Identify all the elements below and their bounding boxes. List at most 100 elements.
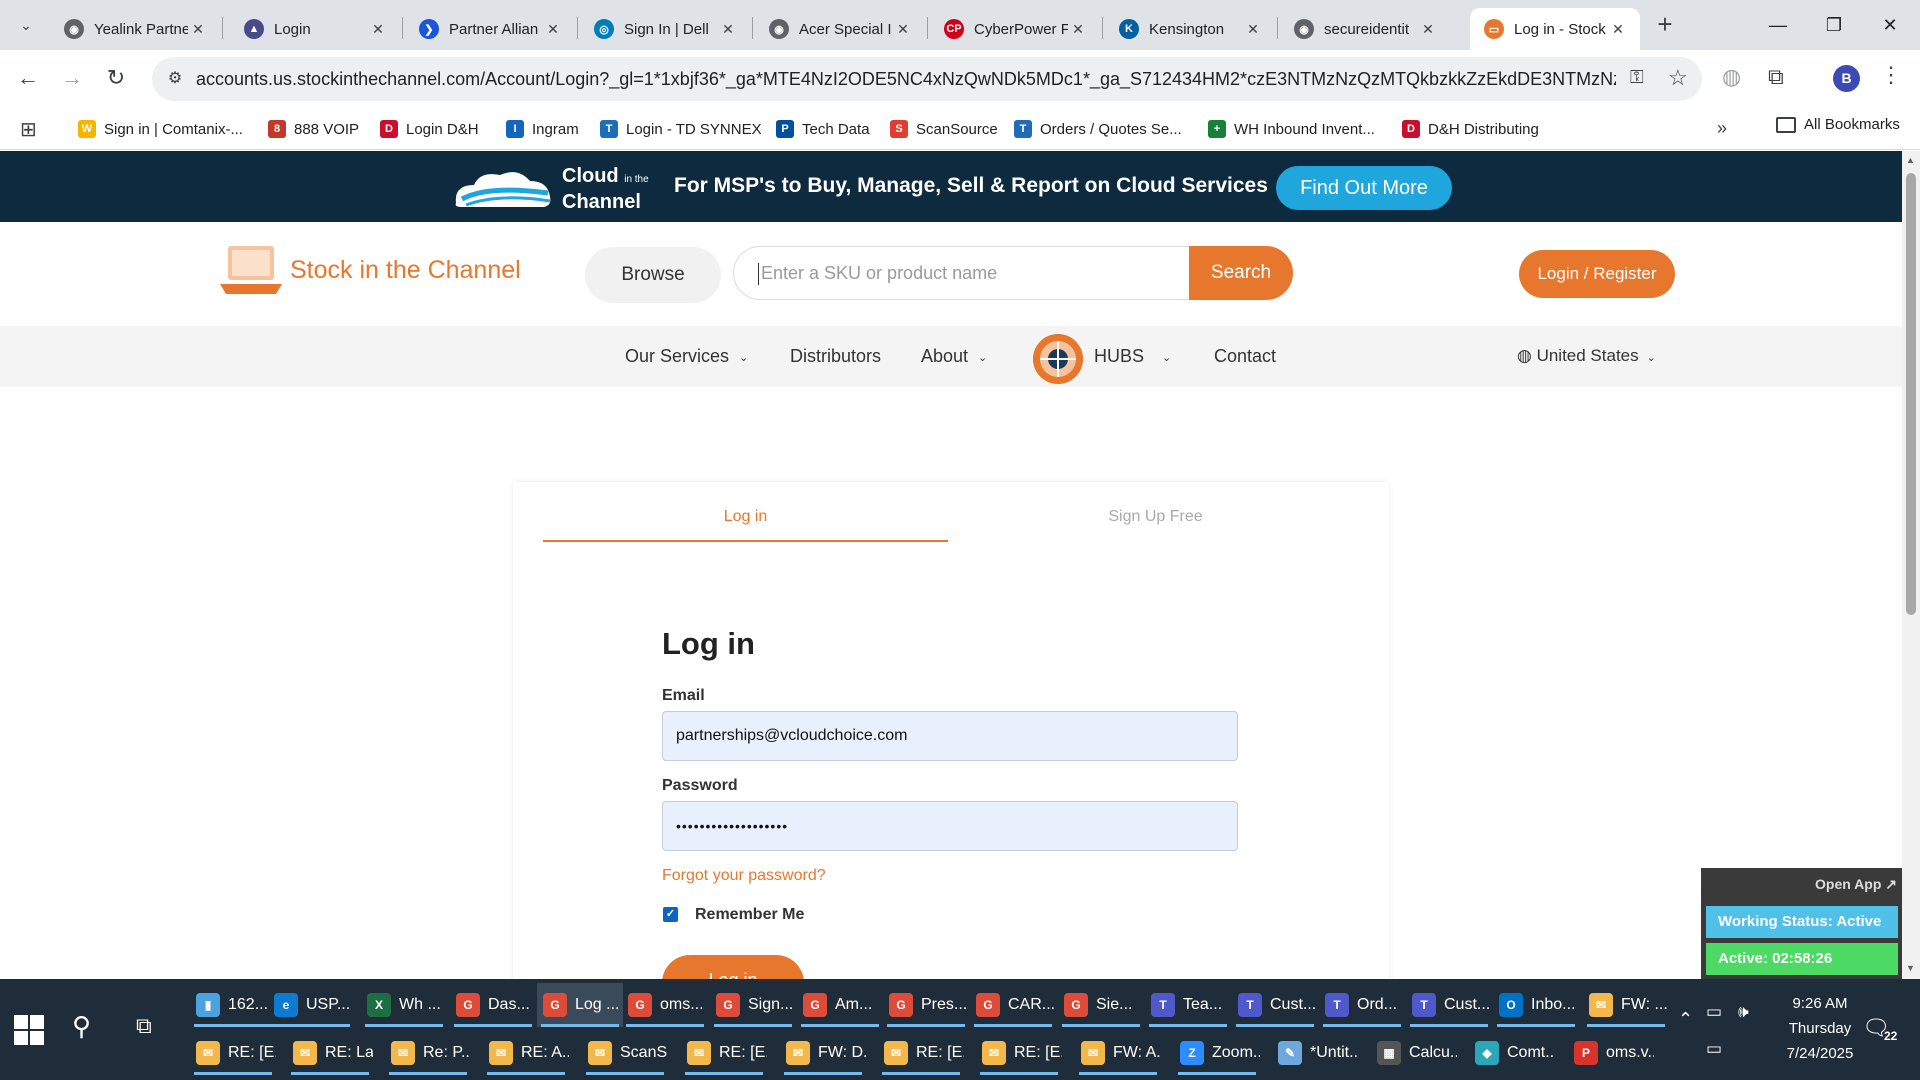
taskbar-app-button[interactable]: Poms.v... [1568, 1031, 1654, 1075]
taskbar-app-button[interactable]: ✉ FW: A... [1075, 1031, 1161, 1075]
password-field[interactable]: ••••••••••••••••••• [662, 801, 1238, 851]
taskbar-clock[interactable]: 9:26 AM Thursday 7/24/2025 [1772, 991, 1868, 1066]
login-register-button[interactable]: Login / Register [1519, 250, 1675, 298]
task-view-icon[interactable]: ⧉ [136, 1013, 152, 1039]
taskbar-app-button[interactable]: ◆ Comt... [1469, 1031, 1555, 1075]
taskbar-app-button[interactable]: G Log ... [537, 983, 623, 1027]
tab-search-chevron-icon[interactable]: ⌄ [8, 12, 44, 38]
taskbar-app-button[interactable]: T Ord... [1319, 983, 1405, 1027]
volume-icon[interactable]: 🕪 [1738, 1002, 1749, 1022]
taskbar-app-button[interactable]: O Inbo... [1493, 983, 1579, 1027]
taskbar-app-button[interactable]: T Tea... [1145, 983, 1231, 1027]
browser-tab[interactable]: ▲ Login ✕ [230, 8, 400, 50]
bookmark-item[interactable]: 8 888 VOIP [268, 116, 359, 142]
network-icon[interactable]: ▭ [1706, 1039, 1722, 1059]
taskbar-app-button[interactable]: G Das... [450, 983, 536, 1027]
address-bar[interactable]: ⚙ accounts.us.stockinthechannel.com/Acco… [152, 57, 1702, 101]
taskbar-app-button[interactable]: G Sign... [710, 983, 796, 1027]
taskbar-app-button[interactable]: T Cust... [1232, 983, 1318, 1027]
site-logo[interactable]: Stock in the Channel [218, 242, 521, 298]
password-key-icon[interactable]: ⚿ [1630, 67, 1644, 88]
browser-tab[interactable]: ❯ Partner Allian ✕ [405, 8, 575, 50]
bookmarks-overflow-icon[interactable]: » [1717, 118, 1727, 139]
taskbar-app-button[interactable]: Goms... [622, 983, 708, 1027]
nav-our-services[interactable]: Our Services ⌄ [625, 346, 748, 367]
taskbar-app-button[interactable]: ✉ ScanS... [582, 1031, 668, 1075]
browser-tab[interactable]: ◎ Sign In | Dell ✕ [580, 8, 750, 50]
chrome-menu-icon[interactable]: ⋮ [1880, 62, 1902, 88]
find-out-more-button[interactable]: Find Out More [1276, 166, 1452, 210]
close-window-button[interactable]: ✕ [1862, 8, 1918, 42]
email-field[interactable]: partnerships@vcloudchoice.com [662, 711, 1238, 761]
browser-tab[interactable]: ▭ Log in - Stock ✕ [1470, 8, 1640, 50]
apps-grid-icon[interactable]: ⊞ [20, 117, 37, 142]
search-button[interactable]: Search [1189, 246, 1293, 300]
bookmark-item[interactable]: T Login - TD SYNNEX [600, 116, 762, 142]
tab-close-icon[interactable]: ✕ [1068, 19, 1088, 39]
bookmark-item[interactable]: S ScanSource [890, 116, 998, 142]
all-bookmarks-button[interactable]: All Bookmarks [1776, 116, 1900, 133]
taskbar-app-button[interactable]: G Sie... [1058, 983, 1144, 1027]
browser-tab[interactable]: ◉ Yealink Partne ✕ [50, 8, 220, 50]
page-scrollbar[interactable]: ▲ ▼ [1902, 151, 1920, 979]
tab-sign-up-free[interactable]: Sign Up Free [953, 508, 1358, 542]
bookmark-item[interactable]: + WH Inbound Invent... [1208, 116, 1375, 142]
bookmark-item[interactable]: P Tech Data [776, 116, 870, 142]
taskbar-app-button[interactable]: G CAR... [970, 983, 1056, 1027]
taskbar-app-button[interactable]: ▮ 162... [190, 983, 276, 1027]
browser-tab[interactable]: ◉ Acer Special I ✕ [755, 8, 925, 50]
taskbar-app-button[interactable]: ✉ RE: A... [483, 1031, 569, 1075]
tab-log-in[interactable]: Log in [543, 508, 948, 542]
extensions-puzzle-icon[interactable]: ⧉ [1768, 64, 1784, 90]
nav-contact[interactable]: Contact [1214, 346, 1276, 367]
taskbar-app-button[interactable]: ✉ FW: ... [1583, 983, 1669, 1027]
bookmark-item[interactable]: T Orders / Quotes Se... [1014, 116, 1182, 142]
minimize-button[interactable]: — [1750, 8, 1806, 42]
battery-icon[interactable]: ▭ [1706, 1002, 1722, 1022]
browser-tab[interactable]: K Kensington ✕ [1105, 8, 1275, 50]
taskbar-app-button[interactable]: ▦ Calcu... [1371, 1031, 1457, 1075]
scroll-up-arrow-icon[interactable]: ▲ [1906, 155, 1915, 165]
product-search-input[interactable]: Enter a SKU or product name [733, 246, 1191, 300]
taskbar-app-button[interactable]: ✉ Re: P... [385, 1031, 471, 1075]
bookmark-item[interactable]: W Sign in | Comtanix-... [78, 116, 243, 142]
tab-close-icon[interactable]: ✕ [1608, 19, 1628, 39]
translate-globe-icon[interactable]: ◍ [1722, 64, 1741, 90]
new-tab-button[interactable]: + [1650, 10, 1680, 40]
taskbar-app-button[interactable]: ✉ RE: [E... [878, 1031, 964, 1075]
forgot-password-link[interactable]: Forgot your password? [662, 867, 826, 885]
nav-distributors[interactable]: Distributors [790, 346, 881, 367]
profile-avatar[interactable]: B [1833, 65, 1860, 92]
tab-close-icon[interactable]: ✕ [368, 19, 388, 39]
taskbar-app-button[interactable]: ✉ RE: La... [287, 1031, 373, 1075]
taskbar-app-button[interactable]: G Pres... [883, 983, 969, 1027]
bookmark-item[interactable]: D Login D&H [380, 116, 479, 142]
remember-me-checkbox[interactable]: ✓ [663, 907, 678, 922]
url-text[interactable]: accounts.us.stockinthechannel.com/Accoun… [196, 69, 1616, 90]
tab-close-icon[interactable]: ✕ [543, 19, 563, 39]
taskbar-app-button[interactable]: X Wh ... [361, 983, 447, 1027]
tab-close-icon[interactable]: ✕ [188, 19, 208, 39]
taskbar-app-button[interactable]: Z Zoom... [1174, 1031, 1260, 1075]
login-submit-button[interactable]: Log in [662, 955, 804, 979]
region-select[interactable]: ◍ United States ⌄ [1517, 346, 1656, 366]
taskbar-app-button[interactable]: ✉ FW: D... [780, 1031, 866, 1075]
tab-close-icon[interactable]: ✕ [893, 19, 913, 39]
browse-button[interactable]: Browse [585, 247, 721, 303]
taskbar-app-button[interactable]: ✉ RE: [E... [190, 1031, 276, 1075]
taskbar-app-button[interactable]: e USP... [268, 983, 354, 1027]
open-app-button[interactable]: Open App ↗ [1815, 876, 1897, 893]
taskbar-app-button[interactable]: ✎ *Untit... [1272, 1031, 1358, 1075]
forward-button[interactable]: → [54, 60, 90, 96]
taskbar-app-button[interactable]: G Am... [797, 983, 883, 1027]
scroll-down-arrow-icon[interactable]: ▼ [1906, 963, 1915, 973]
taskbar-search-icon[interactable]: ⚲ [72, 1011, 91, 1042]
browser-tab[interactable]: ◉ secureidentit ✕ [1280, 8, 1450, 50]
bookmark-item[interactable]: D D&H Distributing [1402, 116, 1539, 142]
bookmark-star-icon[interactable]: ☆ [1668, 65, 1688, 91]
scroll-thumb[interactable] [1906, 173, 1916, 615]
browser-tab[interactable]: CP CyberPower F ✕ [930, 8, 1100, 50]
nav-hubs[interactable]: HUBS ⌄ [1094, 346, 1171, 367]
taskbar-app-button[interactable]: ✉ RE: [E... [681, 1031, 767, 1075]
reload-button[interactable]: ↻ [98, 60, 134, 96]
